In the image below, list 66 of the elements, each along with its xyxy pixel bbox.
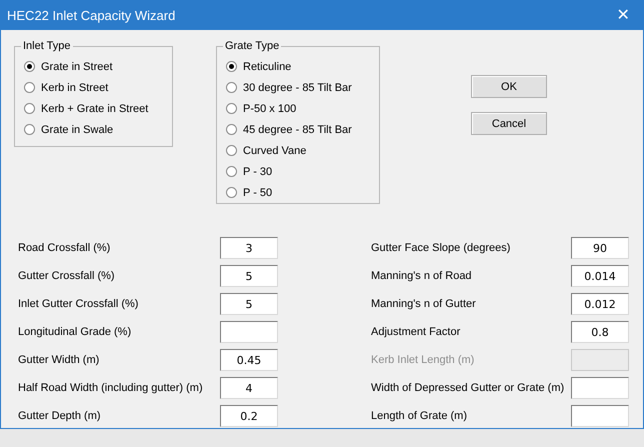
option-label: P - 30 — [243, 166, 272, 178]
radio-button[interactable] — [24, 124, 35, 135]
field-label: Width of Depressed Gutter or Grate (m) — [371, 382, 566, 394]
option-label: 30 degree - 85 Tilt Bar — [243, 82, 352, 94]
field-label: Gutter Crossfall (%) — [18, 270, 116, 282]
radio-option[interactable]: Grate in Swale — [24, 119, 172, 140]
field-label: Half Road Width (including gutter) (m) — [18, 382, 204, 394]
radio-button[interactable] — [226, 103, 237, 114]
radio-button[interactable] — [226, 82, 237, 93]
radio-button[interactable] — [226, 187, 237, 198]
input-field[interactable] — [220, 321, 278, 343]
radio-button[interactable] — [24, 82, 35, 93]
input-field[interactable]: 0.012 — [571, 293, 629, 315]
radio-option[interactable]: Curved Vane — [226, 140, 379, 161]
radio-button[interactable] — [226, 166, 237, 177]
ok-button[interactable]: OK — [471, 75, 547, 98]
option-label: Kerb in Street — [41, 82, 108, 94]
input-field[interactable]: 3 — [220, 237, 278, 259]
input-field[interactable]: 0.014 — [571, 265, 629, 287]
field-label: Manning's n of Gutter — [371, 298, 477, 310]
input-field[interactable]: 5 — [220, 293, 278, 315]
radio-button[interactable] — [24, 103, 35, 114]
option-label: 45 degree - 85 Tilt Bar — [243, 124, 352, 136]
option-label: P - 50 — [243, 186, 272, 198]
cancel-button[interactable]: Cancel — [471, 112, 547, 135]
group-title: Grate Type — [224, 40, 280, 52]
option-label: Curved Vane — [243, 144, 306, 156]
field-label: Kerb Inlet Length (m) — [371, 354, 476, 366]
radio-button[interactable] — [226, 61, 237, 72]
close-button[interactable]: ✕ — [603, 0, 643, 30]
option-label: Reticuline — [243, 60, 292, 72]
field-label: Length of Grate (m) — [371, 410, 468, 422]
input-field[interactable] — [571, 377, 629, 399]
input-field[interactable]: 5 — [220, 265, 278, 287]
field-label: Road Crossfall (%) — [18, 242, 112, 254]
radio-button[interactable] — [226, 145, 237, 156]
input-field[interactable]: 0.45 — [220, 349, 278, 371]
option-label: Kerb + Grate in Street — [41, 102, 148, 114]
field-label: Longitudinal Grade (%) — [18, 326, 132, 338]
radio-option[interactable]: P-50 x 100 — [226, 98, 379, 119]
option-label: Grate in Street — [41, 60, 113, 72]
radio-option[interactable]: Grate in Street — [24, 56, 172, 77]
option-label: Grate in Swale — [41, 124, 114, 136]
radio-option[interactable]: P - 50 — [226, 182, 379, 203]
radio-button[interactable] — [24, 61, 35, 72]
radio-option[interactable]: 45 degree - 85 Tilt Bar — [226, 119, 379, 140]
radio-option[interactable]: Kerb + Grate in Street — [24, 98, 172, 119]
radio-option[interactable]: Kerb in Street — [24, 77, 172, 98]
radio-option[interactable]: 30 degree - 85 Tilt Bar — [226, 77, 379, 98]
input-field[interactable]: 0.8 — [571, 321, 629, 343]
radio-button[interactable] — [226, 124, 237, 135]
input-field[interactable] — [571, 405, 629, 427]
field-label: Gutter Width (m) — [18, 354, 100, 366]
input-field[interactable]: 0.2 — [220, 405, 278, 427]
radio-option[interactable]: P - 30 — [226, 161, 379, 182]
radio-option[interactable]: Reticuline — [226, 56, 379, 77]
field-label: Manning's n of Road — [371, 270, 473, 282]
group-title: Inlet Type — [22, 40, 72, 52]
option-label: P-50 x 100 — [243, 102, 296, 114]
window-title: HEC22 Inlet Capacity Wizard — [6, 8, 176, 22]
field-label: Inlet Gutter Crossfall (%) — [18, 298, 140, 310]
field-label: Gutter Depth (m) — [18, 410, 102, 422]
field-label: Adjustment Factor — [371, 326, 462, 338]
field-label: Gutter Face Slope (degrees) — [371, 242, 512, 254]
input-field[interactable]: 90 — [571, 237, 629, 259]
input-field[interactable]: 4 — [220, 377, 278, 399]
